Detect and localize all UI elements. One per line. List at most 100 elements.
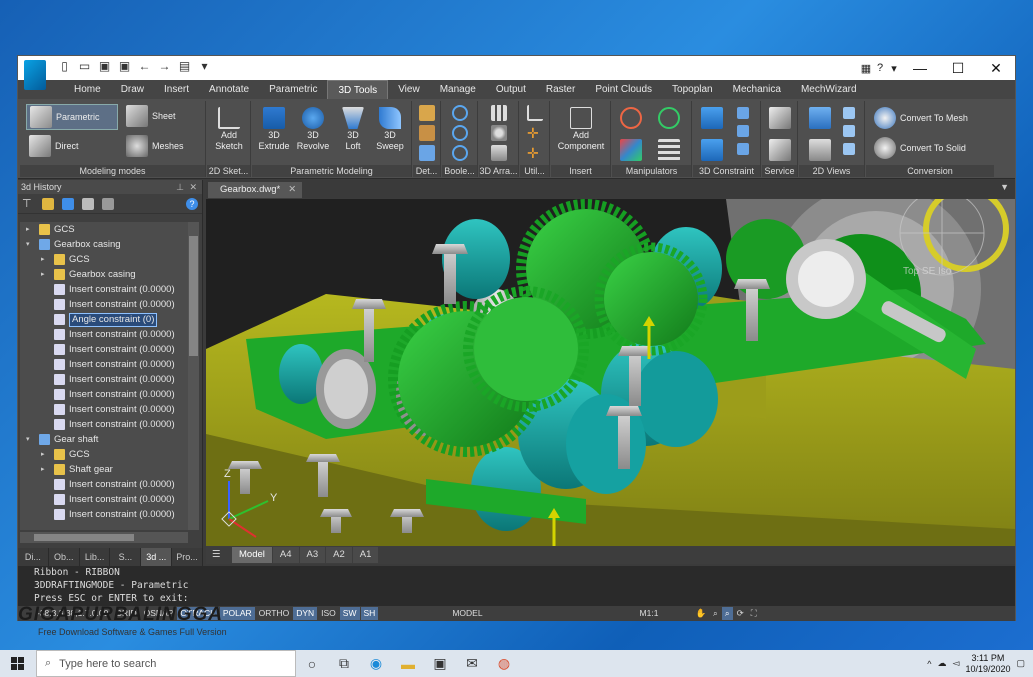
tree-item[interactable]: Insert constraint (0.0000) (20, 357, 188, 372)
orbit-icon[interactable]: ⟳ (734, 607, 747, 620)
detail-view-icon[interactable] (843, 125, 855, 137)
pin-icon[interactable]: ⊥ (176, 180, 184, 194)
mail-icon[interactable]: ✉ (456, 650, 488, 677)
layout-menu-icon[interactable]: ☰ (212, 547, 221, 563)
print-icon[interactable]: ▤ (178, 60, 191, 73)
filter-icon[interactable]: ⊤ (22, 198, 34, 210)
fullscreen-icon[interactable]: ⛶ (748, 607, 760, 620)
parametric-mode-button[interactable]: Parametric (26, 104, 118, 130)
side-tab[interactable]: S... (110, 548, 142, 566)
qat-dropdown-icon[interactable]: ▾ (198, 60, 211, 73)
maximize-button[interactable]: ☐ (939, 60, 977, 77)
save-icon[interactable]: ▣ (98, 60, 111, 73)
tree-item[interactable]: ▸ GCS (20, 222, 188, 237)
tree-horizontal-scrollbar[interactable] (20, 532, 188, 543)
extrude-button[interactable]: 3D Extrude (256, 107, 292, 151)
constraint-parallel-icon[interactable] (737, 125, 749, 137)
tree-item[interactable]: Insert constraint (0.0000) (20, 492, 188, 507)
service-tools-icon[interactable] (769, 139, 791, 161)
tree-toggle-icon[interactable]: ▸ (41, 462, 45, 477)
zoom-window-icon[interactable]: ⌕ (721, 607, 733, 620)
tree-item[interactable]: Insert constraint (0.0000) (20, 297, 188, 312)
gizmo-icon[interactable] (658, 107, 680, 129)
workspace-icon[interactable]: ▦ (859, 62, 873, 75)
tree-item[interactable]: ▾ Gearbox casing (20, 237, 188, 252)
app-logo-icon[interactable] (24, 60, 46, 90)
annotation-scale[interactable]: M1:1 (637, 607, 662, 620)
tree-toggle-icon[interactable]: ▸ (41, 252, 45, 267)
status-sw-toggle[interactable]: SW (339, 607, 360, 620)
tab-home[interactable]: Home (64, 80, 111, 99)
fillet-icon[interactable] (419, 105, 435, 121)
tab-insert[interactable]: Insert (154, 80, 199, 99)
tab-manage[interactable]: Manage (430, 80, 486, 99)
tab-raster[interactable]: Raster (536, 80, 585, 99)
tree-item[interactable]: Insert constraint (0.0000) (20, 327, 188, 342)
edge-icon[interactable]: ◉ (360, 650, 392, 677)
help-dropdown-icon[interactable]: ▾ (887, 62, 901, 75)
constraint-insert-icon[interactable] (701, 107, 723, 129)
axis-icon[interactable]: ✛ (527, 145, 543, 161)
tray-expand-icon[interactable]: ^ (927, 659, 931, 669)
union-icon[interactable] (452, 105, 468, 121)
revolve-button[interactable]: 3D Revolve (294, 107, 332, 151)
layout-tab-a3[interactable]: A3 (299, 547, 326, 563)
chrome-icon[interactable]: ◍ (488, 650, 520, 677)
tree-item[interactable]: ▸ GCS (20, 447, 188, 462)
tree-vertical-scrollbar[interactable] (188, 222, 199, 530)
tree-item[interactable]: Angle constraint (0) (20, 312, 188, 327)
open-folder-icon[interactable]: ▭ (78, 60, 91, 73)
chamfer-icon[interactable] (419, 125, 435, 141)
service-refresh-icon[interactable] (769, 107, 791, 129)
save-as-icon[interactable]: ▣ (118, 60, 131, 73)
tree-toggle-icon[interactable]: ▸ (26, 222, 30, 237)
tree-toggle-icon[interactable]: ▾ (26, 432, 30, 447)
help-button[interactable]: ? (873, 62, 887, 74)
intersect-icon[interactable] (452, 145, 468, 161)
tree-item[interactable]: Insert constraint (0.0000) (20, 417, 188, 432)
tree-item[interactable]: ▸ GCS (20, 252, 188, 267)
tree-item[interactable]: ▾ Gear shaft (20, 432, 188, 447)
key-icon[interactable] (42, 197, 54, 210)
loft-button[interactable]: 3D Loft (336, 107, 370, 151)
layout-tab-model[interactable]: Model (232, 547, 272, 563)
settings-icon[interactable] (102, 197, 114, 210)
tree-item[interactable]: Insert constraint (0.0000) (20, 372, 188, 387)
cortana-icon[interactable]: ○ (296, 650, 328, 677)
tab-annotate[interactable]: Annotate (199, 80, 259, 99)
add-sketch-button[interactable]: Add Sketch (213, 107, 245, 151)
tab-mechwizard[interactable]: MechWizard (791, 80, 867, 99)
constraint-fix-icon[interactable] (701, 139, 723, 161)
move-manipulator-icon[interactable] (620, 139, 642, 161)
pan-icon[interactable]: ✋ (692, 607, 709, 620)
document-tab[interactable]: Gearbox.dwg* ✕ (208, 182, 303, 198)
store-icon[interactable]: ▣ (424, 650, 456, 677)
rotate-manipulator-icon[interactable] (620, 107, 642, 129)
path-array-icon[interactable] (491, 145, 507, 161)
taskbar-search[interactable]: ⌕ Type here to search (36, 650, 296, 677)
tree-item[interactable]: Insert constraint (0.0000) (20, 282, 188, 297)
convert-to-mesh-button[interactable]: Convert To Mesh (874, 107, 968, 129)
tab-view[interactable]: View (388, 80, 430, 99)
tree-toggle-icon[interactable]: ▸ (41, 267, 45, 282)
minimize-button[interactable]: — (901, 60, 939, 76)
align-icon[interactable] (658, 139, 680, 161)
volume-icon[interactable]: ◅ (953, 658, 960, 669)
tree-toggle-icon[interactable]: ▾ (26, 237, 30, 252)
tree-item[interactable]: Insert constraint (0.0000) (20, 402, 188, 417)
subtract-icon[interactable] (452, 125, 468, 141)
status-ortho-toggle[interactable]: ORTHO (256, 607, 293, 620)
network-icon[interactable]: ☁ (938, 658, 947, 669)
task-view-icon[interactable]: ⧉ (328, 650, 360, 677)
ucs-icon[interactable] (527, 105, 543, 121)
standard-views-icon[interactable] (809, 107, 831, 129)
sheet-mode-button[interactable]: Sheet (126, 104, 176, 128)
status-iso-toggle[interactable]: ISO (318, 607, 339, 620)
zoom-icon[interactable]: ⌕ (710, 607, 721, 620)
direct-mode-button[interactable]: Direct (29, 134, 79, 158)
info-icon[interactable]: ? (186, 197, 198, 210)
status-dyn-toggle[interactable]: DYN (293, 607, 318, 620)
file-explorer-icon[interactable]: ▬ (392, 650, 424, 677)
start-button[interactable] (0, 650, 36, 677)
sweep-button[interactable]: 3D Sweep (372, 107, 408, 151)
